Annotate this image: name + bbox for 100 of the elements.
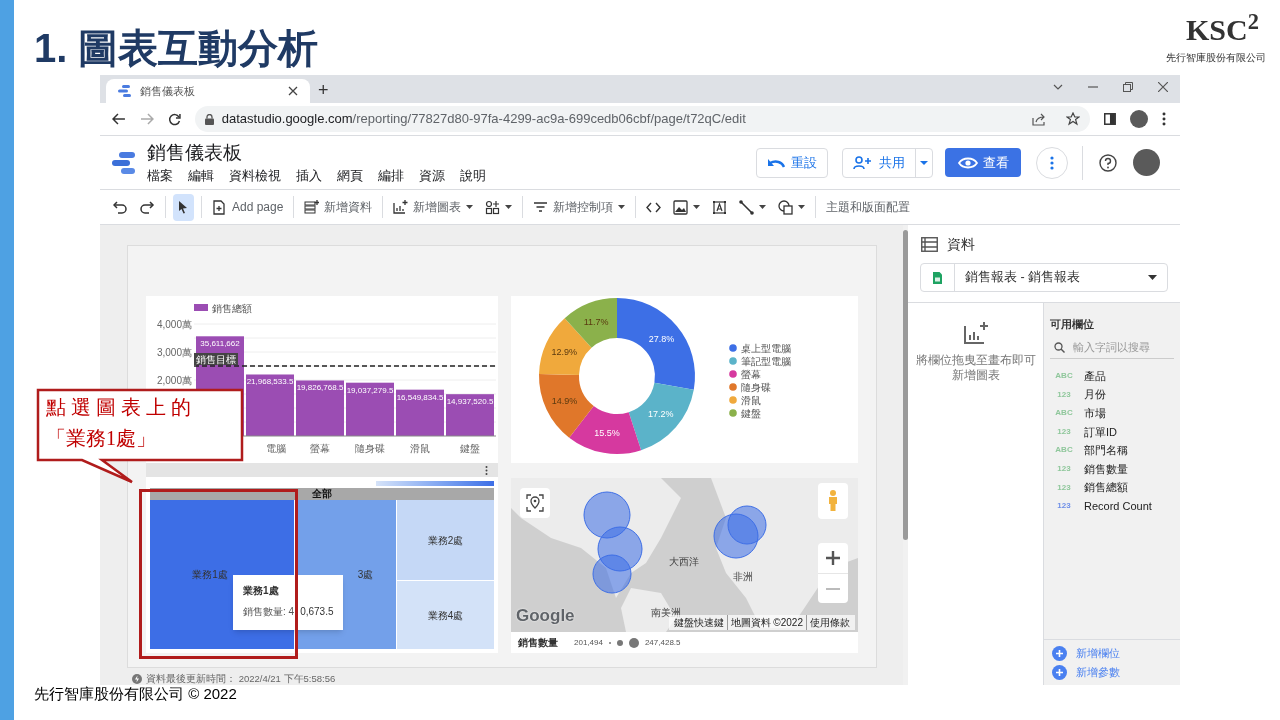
field-item[interactable]: ABC 產品 [1044,366,1180,386]
donut-slice [539,374,594,438]
add-button[interactable]: 新增欄位 [1044,645,1180,662]
filter-icon [533,199,549,215]
menu-item[interactable]: 網頁 [337,167,363,184]
toolbar-button[interactable]: Add page [209,193,287,221]
toolbar-button[interactable]: 新增資料 [301,193,376,221]
avatar[interactable] [1130,110,1148,128]
field-item[interactable]: 123 月份 [1044,385,1180,404]
menu-item[interactable]: 說明 [460,167,486,184]
legend-dot [729,357,737,365]
reset-button[interactable]: 重設 [756,147,828,178]
data-source-dropdown[interactable]: 銷售報表 - 銷售報表 [920,263,1168,292]
close-icon[interactable] [1158,82,1168,92]
field-type-label: 123 [1056,388,1072,401]
address-field[interactable]: datastudio.google.com/reporting/77827d80-97fa-4299-ac9a-699cedb06cbf/page/t72qC/edit [194,106,1091,132]
text-box-icon [712,199,728,215]
help-icon[interactable] [1099,153,1117,172]
legend-dot [729,370,737,378]
sidebar-icon[interactable] [1104,113,1117,125]
chevron-down-icon[interactable] [1053,84,1063,90]
locate-button[interactable] [520,488,550,518]
avatar[interactable] [1133,149,1160,176]
field-item[interactable]: 123 銷售數量 [1044,459,1180,479]
data-label: 27.8% [648,333,675,344]
menu-item[interactable]: 檔案 [147,167,173,184]
more-vertical-icon[interactable] [485,465,488,475]
legend-dot [729,383,737,391]
treemap-cell[interactable]: 業務4處 [397,580,494,649]
field-item[interactable]: 123 訂單ID [1044,422,1180,442]
toolbar-button[interactable]: 新增控制項 [530,193,629,221]
legend-label: 螢幕 [741,369,761,380]
field-item[interactable]: 123 銷售總額 [1044,478,1180,497]
field-type-label: 123 [1056,500,1072,513]
url-path: /reporting/77827d80-97fa-4299-ac9a-699cedb06cbf/page/t72qC/edit [352,111,746,127]
restore-icon[interactable] [1123,82,1133,92]
data-label: 16,549,834.5 [396,392,444,402]
legend-dot [729,344,737,352]
caret-down-icon [693,205,701,209]
menu-item[interactable]: 資源 [419,167,445,184]
legend-label: 滑鼠 [741,395,761,406]
caret-down-icon [466,205,474,209]
axis-label: 滑鼠 [410,443,430,454]
panel-title: 資料 [947,234,975,254]
data-label: 12.9% [551,346,578,357]
more-vertical-icon[interactable] [1162,112,1166,126]
add-data-icon [304,199,320,215]
search-field[interactable]: 輸入字詞以搜尋 [1050,336,1174,359]
back-arrow-icon[interactable] [112,113,126,125]
map-attribution-link[interactable]: 使用條款 [806,615,853,630]
menu-item[interactable]: 資料檢視 [229,167,281,184]
data-label: 11.7% [583,316,609,327]
scrollbar[interactable] [903,230,908,540]
view-button[interactable]: 查看 [945,148,1021,177]
menu-item[interactable]: 插入 [296,167,322,184]
field-item[interactable]: ABC 部門名稱 [1044,441,1180,460]
field-item[interactable]: ABC 市場 [1044,403,1180,423]
caret-down-icon [505,205,513,209]
legend-label: 隨身碟 [741,382,771,393]
bar [446,394,494,436]
data-label: 15.5% [594,428,620,439]
treemap-cell[interactable]: 業務2處 [397,500,494,580]
field-type-label: 123 [1056,463,1072,475]
new-tab-button[interactable]: + [318,80,329,100]
more-vertical-icon [1050,155,1054,170]
axis-label: 隨身碟 [355,443,385,454]
field-type-label: ABC [1054,444,1074,457]
shape-icon [778,199,794,215]
empty-state-hint: 將欄位拖曳至畫布即可新增圖表 [915,353,1036,383]
toolbar-button[interactable]: 主題和版面配置 [823,193,914,221]
axis-label: 螢幕 [310,443,330,454]
legend-dot [729,409,737,417]
add-chart-icon [393,199,409,215]
field-type-label: ABC [1054,407,1074,420]
toolbar-button[interactable] [173,193,194,221]
reload-icon[interactable] [167,112,181,126]
shapes-plus-icon [485,199,501,215]
toolbar-button[interactable]: 新增圖表 [390,193,477,221]
legend-title: 銷售數量 [518,636,558,650]
share-icon[interactable] [1032,112,1047,126]
map-attribution-link[interactable]: 地圖資料 ©2022 [726,615,806,630]
menu-item[interactable]: 編輯 [188,167,214,184]
reference-label: 銷售目標 [194,353,238,365]
company-name: 先行智庫股份有限公司 [1166,51,1266,65]
company-logo: KSC$^{2}$ [1186,12,1259,48]
studio-logo-icon [112,151,136,174]
menu-item[interactable]: 編排 [378,167,404,184]
close-icon[interactable] [288,86,298,96]
star-icon[interactable] [1066,112,1081,126]
bar [346,382,394,436]
field-type-label: ABC [1054,370,1074,383]
map-label: 大西洋 [669,555,699,569]
axis-label: 鍵盤 [460,443,480,454]
legend-label: 桌上型電腦 [741,343,791,354]
data-label: 35,611,662 [200,339,240,349]
field-item[interactable]: 123 Record Count [1044,496,1180,516]
add-button[interactable]: 新增參數 [1044,664,1180,681]
legend-min: 201,494 [574,636,603,649]
map-provider-logo: Google [516,606,575,626]
browser-tab[interactable]: 銷售儀表板 [106,79,310,103]
